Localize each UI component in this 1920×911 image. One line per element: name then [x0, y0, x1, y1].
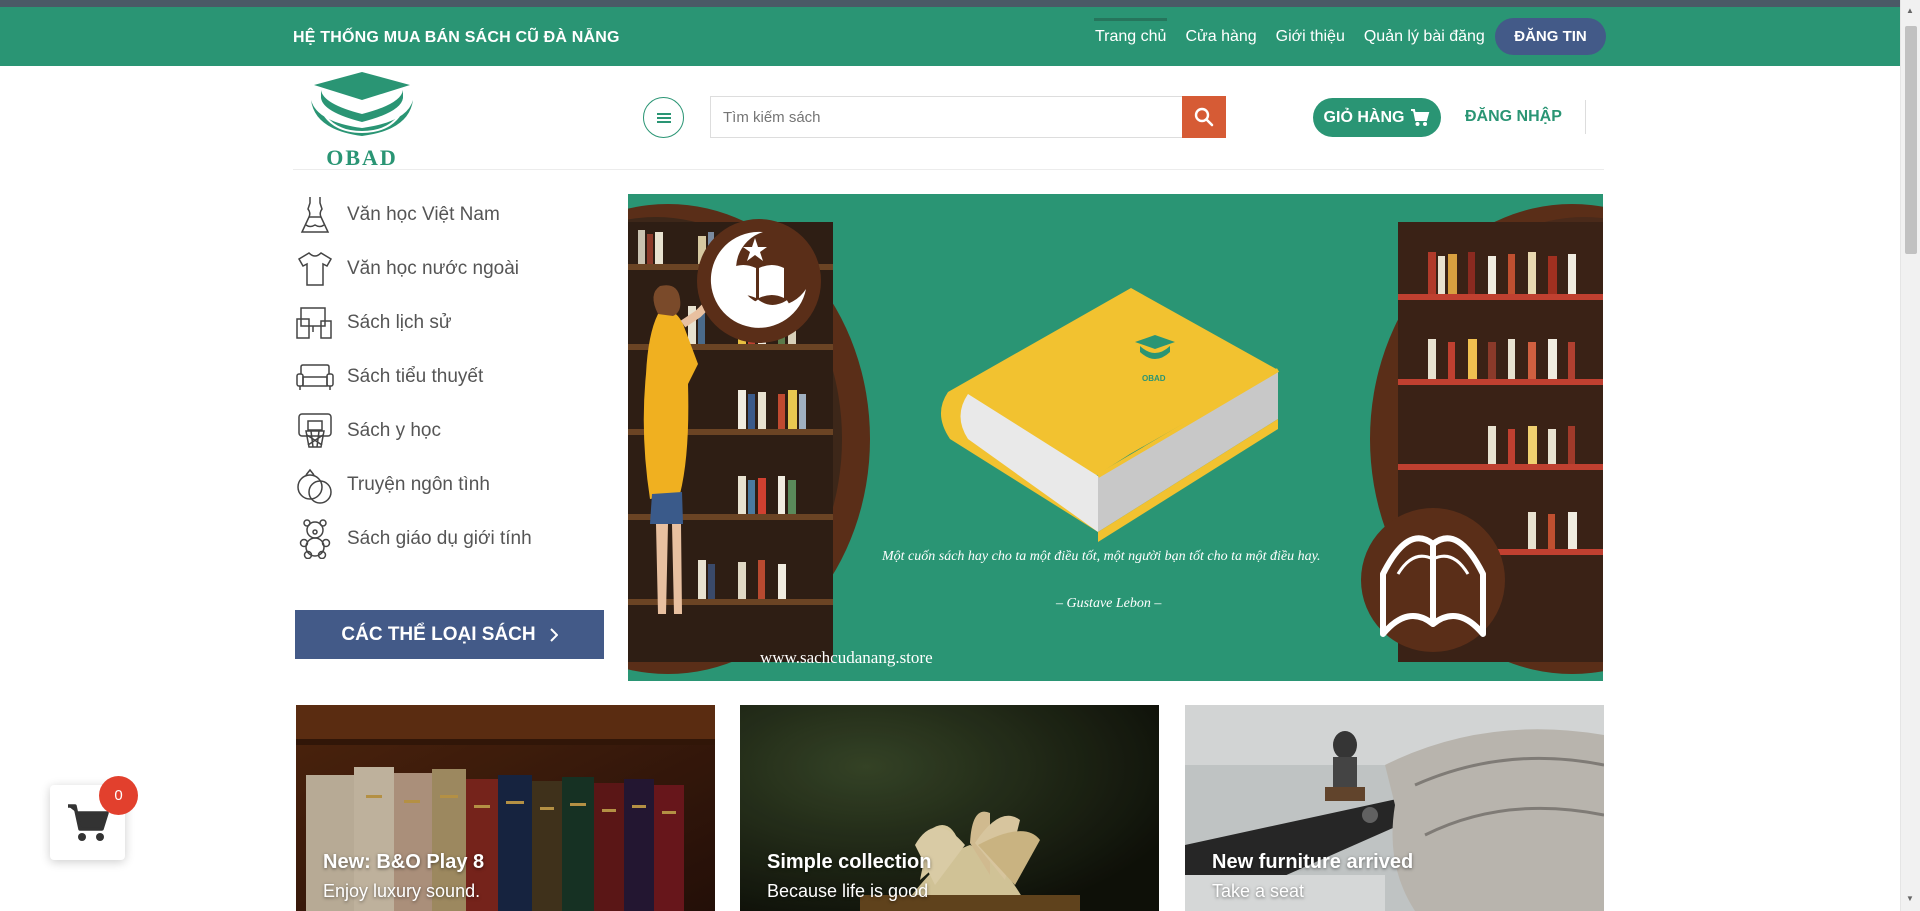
category-item[interactable]: Sách tiểu thuyết	[293, 350, 603, 404]
banner-url: www.sachcudanang.store	[760, 648, 933, 667]
card-title: New: B&O Play 8	[323, 851, 485, 873]
category-item[interactable]: Văn học Việt Nam	[293, 188, 603, 242]
cart-icon	[1411, 108, 1430, 126]
category-item[interactable]: Sách y học	[293, 404, 603, 458]
dress-icon	[293, 193, 337, 237]
all-categories-label: CÁC THỂ LOẠI SÁCH	[341, 623, 536, 645]
teddy-bear-icon	[293, 517, 337, 561]
nav-about[interactable]: Giới thiệu	[1276, 28, 1345, 46]
promo-card[interactable]: New: B&O Play 8 Enjoy luxury sound.	[296, 705, 715, 911]
cart-button[interactable]: GIỎ HÀNG	[1313, 98, 1441, 137]
search-input[interactable]	[710, 96, 1183, 138]
top-nav: Trang chủ Cửa hàng Giới thiệu Quản lý bà…	[1093, 7, 1485, 66]
scrollbar[interactable]: ▲ ▼	[1900, 0, 1920, 911]
top-bar: HỆ THỐNG MUA BÁN SÁCH CŨ ĐÀ NẴNG Trang c…	[0, 7, 1900, 66]
logo-text: OBAD	[326, 145, 398, 170]
tshirt-icon	[293, 247, 337, 291]
category-label: Sách giáo dụ giới tính	[347, 528, 532, 549]
menu-button[interactable]	[643, 97, 684, 138]
nav-home[interactable]: Trang chủ	[1093, 17, 1168, 46]
nav-shop[interactable]: Cửa hàng	[1185, 28, 1256, 46]
category-label: Sách tiểu thuyết	[347, 366, 484, 387]
search-icon	[1194, 107, 1214, 127]
promo-card[interactable]: New furniture arrived Take a seat	[1185, 705, 1604, 911]
cart-label: GIỎ HÀNG	[1323, 108, 1405, 126]
top-edge-line	[0, 0, 1920, 7]
scroll-down-arrow[interactable]: ▼	[1906, 894, 1914, 903]
category-label: Sách y học	[347, 420, 441, 441]
card-subtitle: Because life is good	[767, 881, 929, 901]
card-subtitle: Take a seat	[1212, 881, 1305, 901]
header-divider	[1585, 100, 1586, 134]
category-item[interactable]: Văn học nước ngoài	[293, 242, 603, 296]
search-button[interactable]	[1182, 96, 1226, 138]
card-title: Simple collection	[767, 851, 932, 873]
cart-count-badge: 0	[99, 776, 138, 815]
category-item[interactable]: Sách giáo dụ giới tính	[293, 512, 603, 566]
devices-icon	[293, 301, 337, 345]
sofa-icon	[293, 355, 337, 399]
category-item[interactable]: Sách lịch sử	[293, 296, 603, 350]
logo-icon	[311, 72, 413, 136]
banner-quote-author: – Gustave Lebon –	[1056, 596, 1162, 611]
nav-manage-posts[interactable]: Quản lý bài đăng	[1364, 28, 1485, 46]
banner-book-logo-text: OBAD	[1142, 374, 1166, 383]
scroll-up-arrow[interactable]: ▲	[1906, 6, 1914, 15]
category-label: Sách lịch sử	[347, 312, 452, 333]
category-list: Văn học Việt Nam Văn học nước ngoài Sách…	[293, 188, 603, 566]
login-link[interactable]: ĐĂNG NHẬP	[1465, 108, 1562, 126]
hamburger-icon	[656, 112, 671, 123]
scrollbar-thumb[interactable]	[1905, 26, 1917, 254]
category-item[interactable]: Truyện ngôn tình	[293, 458, 603, 512]
all-categories-button[interactable]: CÁC THỂ LOẠI SÁCH	[295, 610, 604, 659]
post-button[interactable]: ĐĂNG TIN	[1495, 18, 1606, 55]
site-title: HỆ THỐNG MUA BÁN SÁCH CŨ ĐÀ NẴNG	[293, 29, 620, 46]
card-title: New furniture arrived	[1212, 851, 1414, 873]
promo-card[interactable]: Simple collection Because life is good	[740, 705, 1159, 911]
cart-icon	[67, 803, 109, 841]
logo[interactable]: OBAD	[307, 70, 417, 170]
rings-icon	[293, 463, 337, 507]
promo-cards: New: B&O Play 8 Enjoy luxury sound. Simp…	[296, 705, 1604, 911]
card-subtitle: Enjoy luxury sound.	[323, 881, 481, 901]
category-label: Văn học nước ngoài	[347, 258, 520, 279]
banner-quote: Một cuốn sách hay cho ta một điều tốt, m…	[882, 549, 1321, 564]
basketball-hoop-icon	[293, 409, 337, 453]
chevron-right-icon	[549, 627, 558, 642]
category-label: Văn học Việt Nam	[347, 204, 500, 225]
header: OBAD GIỎ HÀNG ĐĂNG NHẬP	[293, 66, 1604, 170]
category-label: Truyện ngôn tình	[347, 474, 490, 495]
hero-banner[interactable]: OBAD Một cuốn sách hay cho ta một điều t…	[628, 194, 1603, 681]
